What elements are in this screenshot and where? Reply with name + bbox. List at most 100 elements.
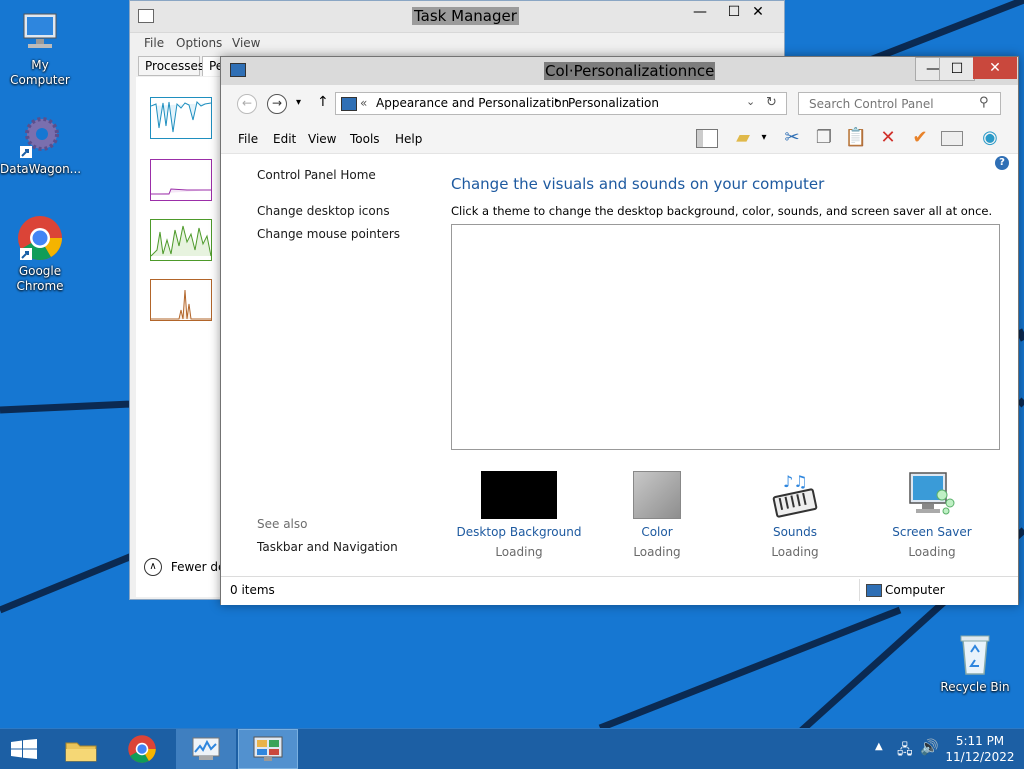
change-mouse-pointers-link[interactable]: Change mouse pointers: [257, 227, 400, 241]
sounds-item[interactable]: ♪♫ Sounds Loading: [725, 469, 865, 564]
volume-icon[interactable]: 🔊: [920, 738, 939, 756]
menu-help[interactable]: Help: [395, 132, 422, 146]
minimize-button[interactable]: —: [683, 1, 717, 23]
search-input[interactable]: [807, 96, 981, 112]
change-desktop-icons-link[interactable]: Change desktop icons: [257, 204, 390, 218]
tab-processes[interactable]: Processes: [138, 56, 204, 76]
file-explorer-icon: [64, 737, 98, 763]
control-panel-home-link[interactable]: Control Panel Home: [257, 168, 376, 182]
task-manager-app-icon: [138, 9, 154, 23]
chevron-up-icon: ∧: [144, 558, 162, 576]
search-icon[interactable]: ⚲: [979, 95, 989, 110]
ethernet-graph[interactable]: [150, 279, 212, 321]
taskbar-and-navigation-link[interactable]: Taskbar and Navigation: [257, 540, 398, 554]
computer-icon: [16, 8, 64, 56]
task-manager-titlebar[interactable]: Task Manager — ☐ ✕: [130, 1, 784, 33]
performance-sidebar: [136, 77, 229, 597]
menu-tools[interactable]: Tools: [350, 132, 380, 146]
desktop-icon-label: DataWagon...: [0, 162, 82, 176]
breadcrumb-chevron[interactable]: «: [360, 96, 367, 110]
theme-list[interactable]: [451, 224, 1000, 450]
disk-graph[interactable]: [150, 219, 212, 261]
screen-saver-item[interactable]: Screen Saver Loading: [862, 469, 1002, 564]
forward-button[interactable]: →: [267, 94, 287, 114]
desktop-icon-google-chrome[interactable]: Google Chrome: [0, 214, 80, 294]
svg-text:♪♫: ♪♫: [783, 472, 808, 491]
cpu-graph[interactable]: [150, 97, 212, 139]
menu-options[interactable]: Options: [176, 36, 222, 50]
color-label[interactable]: Color: [587, 525, 727, 539]
control-panel-menubar: File Edit View Tools Help ▰ ▾ ✂ ❐ 📋 ✕ ✔ …: [221, 123, 1018, 154]
clock-date: 11/12/2022: [945, 750, 1015, 764]
menu-file[interactable]: File: [238, 132, 258, 146]
breadcrumb-appearance[interactable]: Appearance and Personalization: [376, 96, 569, 110]
computer-icon: [866, 584, 882, 597]
show-hidden-icons-icon[interactable]: ▲: [875, 741, 883, 752]
fewer-details-button[interactable]: ∧ Fewer det: [144, 558, 230, 580]
color-status: Loading: [633, 545, 681, 559]
desktop-icon-label: Google Chrome: [16, 264, 64, 293]
address-row: ← → ▾ ↑ « Appearance and Personalization…: [221, 85, 1018, 123]
cut-icon[interactable]: ✂: [779, 127, 805, 149]
gear-shortcut-icon: [16, 112, 64, 160]
refresh-icon[interactable]: ↻: [766, 95, 777, 110]
desktop-icon-my-computer[interactable]: My Computer: [0, 8, 80, 88]
preview-pane-icon[interactable]: [694, 127, 720, 149]
desktop-icon-datawagon[interactable]: DataWagon...: [0, 112, 82, 177]
taskbar-file-explorer[interactable]: [52, 729, 112, 769]
sounds-label[interactable]: Sounds: [725, 525, 865, 539]
recycle-bin-icon: [951, 630, 999, 678]
page-title: Change the visuals and sounds on your co…: [451, 175, 825, 193]
control-panel-titlebar[interactable]: Col·Personalizationnce — ☐ ✕: [221, 57, 1018, 85]
undo-checkmark-icon[interactable]: ✔: [907, 127, 933, 149]
address-bar[interactable]: « Appearance and Personalization ▸ Perso…: [335, 92, 787, 115]
back-button[interactable]: ←: [237, 94, 257, 114]
color-item[interactable]: Color Loading: [587, 469, 727, 564]
copy-icon[interactable]: ❐: [811, 127, 837, 149]
control-panel-title: Col·Personalizationnce: [544, 62, 716, 80]
desktop-background-label[interactable]: Desktop Background: [449, 525, 589, 539]
sounds-status: Loading: [771, 545, 819, 559]
menu-file[interactable]: File: [144, 36, 164, 50]
shell-icon[interactable]: ◉: [977, 127, 1003, 149]
properties-folder-icon[interactable]: ▰: [730, 127, 756, 149]
delete-icon[interactable]: ✕: [875, 127, 901, 149]
menu-edit[interactable]: Edit: [273, 132, 296, 146]
memory-graph[interactable]: [150, 159, 212, 201]
properties-icon[interactable]: [939, 127, 965, 149]
search-box[interactable]: ⚲: [798, 92, 1001, 115]
close-button[interactable]: ✕: [741, 1, 775, 23]
task-manager-title: Task Manager: [412, 7, 519, 25]
up-button[interactable]: ↑: [317, 94, 329, 110]
clock[interactable]: 5:11 PM 11/12/2022: [945, 733, 1015, 765]
start-button[interactable]: [0, 729, 48, 769]
status-divider: [859, 579, 860, 601]
taskbar-control-panel[interactable]: [238, 729, 298, 769]
network-icon[interactable]: 🖧: [897, 739, 913, 763]
menu-view[interactable]: View: [232, 36, 260, 50]
properties-dropdown-icon[interactable]: ▾: [757, 127, 771, 149]
control-panel-icon: [341, 97, 357, 111]
recent-pages-button[interactable]: ▾: [296, 97, 301, 108]
taskbar-chrome[interactable]: [113, 729, 173, 769]
breadcrumb-separator[interactable]: ▸: [555, 96, 560, 106]
close-button[interactable]: ✕: [973, 57, 1017, 79]
screen-saver-status: Loading: [908, 545, 956, 559]
desktop-icon-recycle-bin[interactable]: Recycle Bin: [935, 630, 1015, 695]
start-icon: [11, 739, 37, 759]
menu-view[interactable]: View: [308, 132, 336, 146]
page-description: Click a theme to change the desktop back…: [451, 204, 993, 218]
location-label: Computer: [885, 583, 945, 597]
see-also-heading: See also: [257, 517, 308, 531]
screen-saver-label[interactable]: Screen Saver: [862, 525, 1002, 539]
address-dropdown-button[interactable]: ⌄: [746, 95, 755, 108]
breadcrumb-personalization[interactable]: Personalization: [568, 96, 659, 110]
paste-icon[interactable]: 📋: [843, 127, 869, 149]
desktop-background-item[interactable]: Desktop Background Loading: [449, 469, 589, 564]
chrome-icon: [16, 214, 64, 262]
control-panel-window[interactable]: Col·Personalizationnce — ☐ ✕ ← → ▾ ↑ « A…: [220, 56, 1019, 605]
desktop-icon-label: Recycle Bin: [940, 680, 1010, 694]
taskbar-task-manager[interactable]: [176, 729, 236, 769]
help-icon[interactable]: ?: [995, 156, 1009, 170]
maximize-button[interactable]: ☐: [939, 57, 975, 81]
